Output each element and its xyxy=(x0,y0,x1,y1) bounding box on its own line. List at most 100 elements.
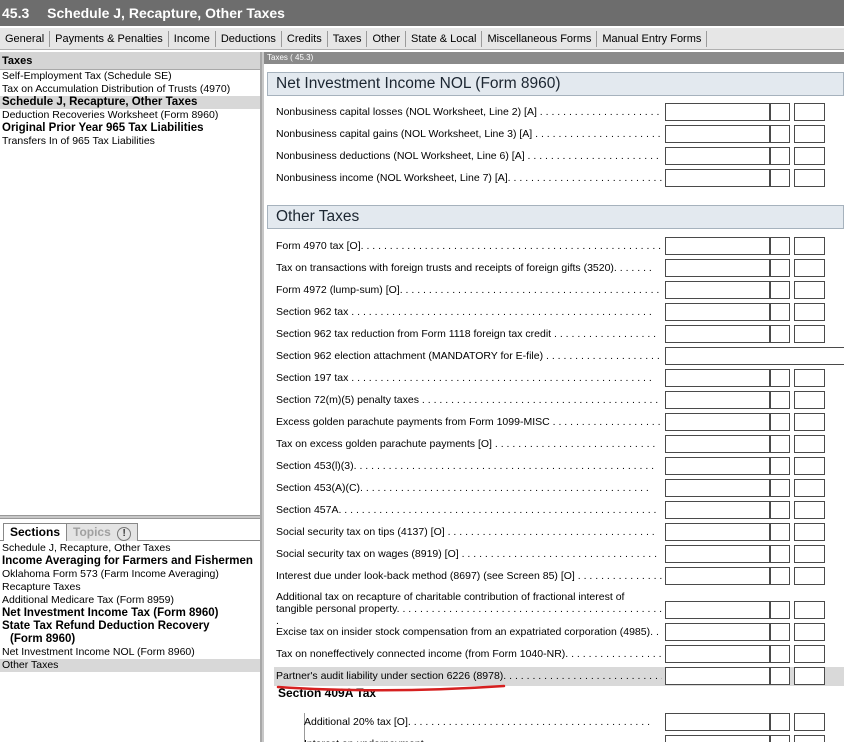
flag-field[interactable] xyxy=(770,623,790,641)
section-list-item[interactable]: Other Taxes xyxy=(0,659,260,672)
tab-income[interactable]: Income xyxy=(169,30,216,47)
amount-field[interactable] xyxy=(665,457,770,475)
amount-field[interactable] xyxy=(665,567,770,585)
code-field[interactable] xyxy=(794,303,825,321)
flag-field[interactable] xyxy=(770,237,790,255)
flag-field[interactable] xyxy=(770,457,790,475)
flag-field[interactable] xyxy=(770,147,790,165)
code-field[interactable] xyxy=(794,391,825,409)
tab-other[interactable]: Other xyxy=(367,30,406,47)
screen-list-item[interactable]: Original Prior Year 965 Tax Liabilities xyxy=(0,122,260,135)
wide-entry-field[interactable] xyxy=(665,347,844,365)
code-field[interactable] xyxy=(794,103,825,121)
amount-field[interactable] xyxy=(665,713,770,731)
screen-list-item[interactable]: Self-Employment Tax (Schedule SE) xyxy=(0,70,260,83)
amount-field[interactable] xyxy=(665,623,770,641)
section-list-item[interactable]: Recapture Taxes xyxy=(0,581,260,594)
amount-field[interactable] xyxy=(665,501,770,519)
flag-field[interactable] xyxy=(770,413,790,431)
amount-field[interactable] xyxy=(665,103,770,121)
amount-field[interactable] xyxy=(665,601,770,619)
amount-field[interactable] xyxy=(665,281,770,299)
amount-field[interactable] xyxy=(665,125,770,143)
screen-list-item[interactable]: Tax on Accumulation Distribution of Trus… xyxy=(0,83,260,96)
tab-payments-penalties[interactable]: Payments & Penalties xyxy=(50,30,169,47)
code-field[interactable] xyxy=(794,601,825,619)
section-list-item[interactable]: Net Investment Income NOL (Form 8960) xyxy=(0,646,260,659)
amount-field[interactable] xyxy=(665,545,770,563)
amount-field[interactable] xyxy=(665,645,770,663)
section-list-item[interactable]: Additional Medicare Tax (Form 8959) xyxy=(0,594,260,607)
screen-list-item[interactable]: Schedule J, Recapture, Other Taxes xyxy=(0,96,260,109)
screen-list-item[interactable]: Deduction Recoveries Worksheet (Form 896… xyxy=(0,109,260,122)
screen-list-item[interactable]: Transfers In of 965 Tax Liabilities xyxy=(0,135,260,148)
code-field[interactable] xyxy=(794,545,825,563)
flag-field[interactable] xyxy=(770,325,790,343)
amount-field[interactable] xyxy=(665,413,770,431)
amount-field[interactable] xyxy=(665,147,770,165)
flag-field[interactable] xyxy=(770,501,790,519)
flag-field[interactable] xyxy=(770,281,790,299)
flag-field[interactable] xyxy=(770,435,790,453)
flag-field[interactable] xyxy=(770,169,790,187)
amount-field[interactable] xyxy=(665,523,770,541)
flag-field[interactable] xyxy=(770,259,790,277)
code-field[interactable] xyxy=(794,369,825,387)
code-field[interactable] xyxy=(794,645,825,663)
section-list-item[interactable]: State Tax Refund Deduction Recovery xyxy=(0,620,260,633)
code-field[interactable] xyxy=(794,457,825,475)
code-field[interactable] xyxy=(794,501,825,519)
code-field[interactable] xyxy=(794,479,825,497)
flag-field[interactable] xyxy=(770,303,790,321)
tab-taxes[interactable]: Taxes xyxy=(328,30,368,47)
tab-manual-entry-forms[interactable]: Manual Entry Forms xyxy=(597,30,708,47)
code-field[interactable] xyxy=(794,567,825,585)
amount-field[interactable] xyxy=(665,325,770,343)
flag-field[interactable] xyxy=(770,391,790,409)
code-field[interactable] xyxy=(794,325,825,343)
flag-field[interactable] xyxy=(770,103,790,121)
code-field[interactable] xyxy=(794,523,825,541)
code-field[interactable] xyxy=(794,413,825,431)
tab-topics[interactable]: Topics ! xyxy=(66,523,139,541)
amount-field[interactable] xyxy=(665,303,770,321)
code-field[interactable] xyxy=(794,435,825,453)
amount-field[interactable] xyxy=(665,259,770,277)
amount-field[interactable] xyxy=(665,735,770,742)
flag-field[interactable] xyxy=(770,713,790,731)
flag-field[interactable] xyxy=(770,369,790,387)
code-field[interactable] xyxy=(794,125,825,143)
flag-field[interactable] xyxy=(770,645,790,663)
flag-field[interactable]: 🗎 xyxy=(770,667,790,685)
pane-splitter[interactable] xyxy=(0,515,260,519)
code-field[interactable] xyxy=(794,259,825,277)
section-list-item[interactable]: (Form 8960) xyxy=(0,633,260,646)
amount-field[interactable] xyxy=(665,237,770,255)
code-field[interactable] xyxy=(794,713,825,731)
section-list-item[interactable]: Net Investment Income Tax (Form 8960) xyxy=(0,607,260,620)
amount-field[interactable] xyxy=(665,369,770,387)
code-field[interactable] xyxy=(794,735,825,742)
section-list-item[interactable]: Schedule J, Recapture, Other Taxes xyxy=(0,542,260,555)
amount-field[interactable] xyxy=(665,391,770,409)
code-field[interactable] xyxy=(794,147,825,165)
tab-sections[interactable]: Sections xyxy=(3,523,68,541)
tab-credits[interactable]: Credits xyxy=(282,30,328,47)
amount-field[interactable] xyxy=(665,667,770,685)
flag-field[interactable] xyxy=(770,479,790,497)
flag-field[interactable] xyxy=(770,125,790,143)
flag-field[interactable] xyxy=(770,735,790,742)
code-field[interactable] xyxy=(794,667,825,685)
amount-field[interactable] xyxy=(665,169,770,187)
flag-field[interactable] xyxy=(770,567,790,585)
amount-field[interactable] xyxy=(665,479,770,497)
flag-field[interactable] xyxy=(770,545,790,563)
code-field[interactable] xyxy=(794,281,825,299)
flag-field[interactable] xyxy=(770,523,790,541)
tab-miscellaneous-forms[interactable]: Miscellaneous Forms xyxy=(482,30,598,47)
code-field[interactable] xyxy=(794,237,825,255)
tab-deductions[interactable]: Deductions xyxy=(216,30,282,47)
section-list-item[interactable]: Income Averaging for Farmers and Fisherm… xyxy=(0,555,260,568)
amount-field[interactable] xyxy=(665,435,770,453)
section-list-item[interactable]: Oklahoma Form 573 (Farm Income Averaging… xyxy=(0,568,260,581)
